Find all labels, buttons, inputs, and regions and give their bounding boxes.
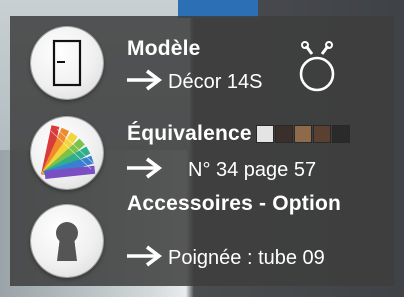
equivalence-title: Équivalence [127,122,252,145]
door-icon-circle [31,27,103,99]
arrow-right-icon [127,245,162,267]
arrow-right-icon [127,69,162,91]
model-value: Décor 14S [168,71,263,93]
equivalence-value-row: N° 34 page 57 [124,157,316,182]
swatch-anthracite [333,126,349,142]
swatch-dark-brown [276,126,292,142]
door-icon [52,39,82,87]
arrow-right-icon [127,157,162,179]
keyhole-icon-circle [31,205,103,277]
model-value-row: Décor 14S [124,69,263,94]
color-fan-icon-circle [31,117,103,189]
accessories-value: Poignée : tube 09 [168,247,325,269]
ring-hanger-icon [299,41,335,92]
swatch-light [257,126,273,142]
swatch-walnut [314,126,330,142]
model-title: Modèle [127,37,201,60]
equivalence-value: N° 34 page 57 [188,159,317,181]
keyhole-icon [56,222,78,261]
accessories-title: Accessoires - Option [127,192,342,215]
color-fan-icon [41,125,96,179]
swatch-oak [295,126,311,142]
accessories-value-row: Poignée : tube 09 [124,245,325,270]
